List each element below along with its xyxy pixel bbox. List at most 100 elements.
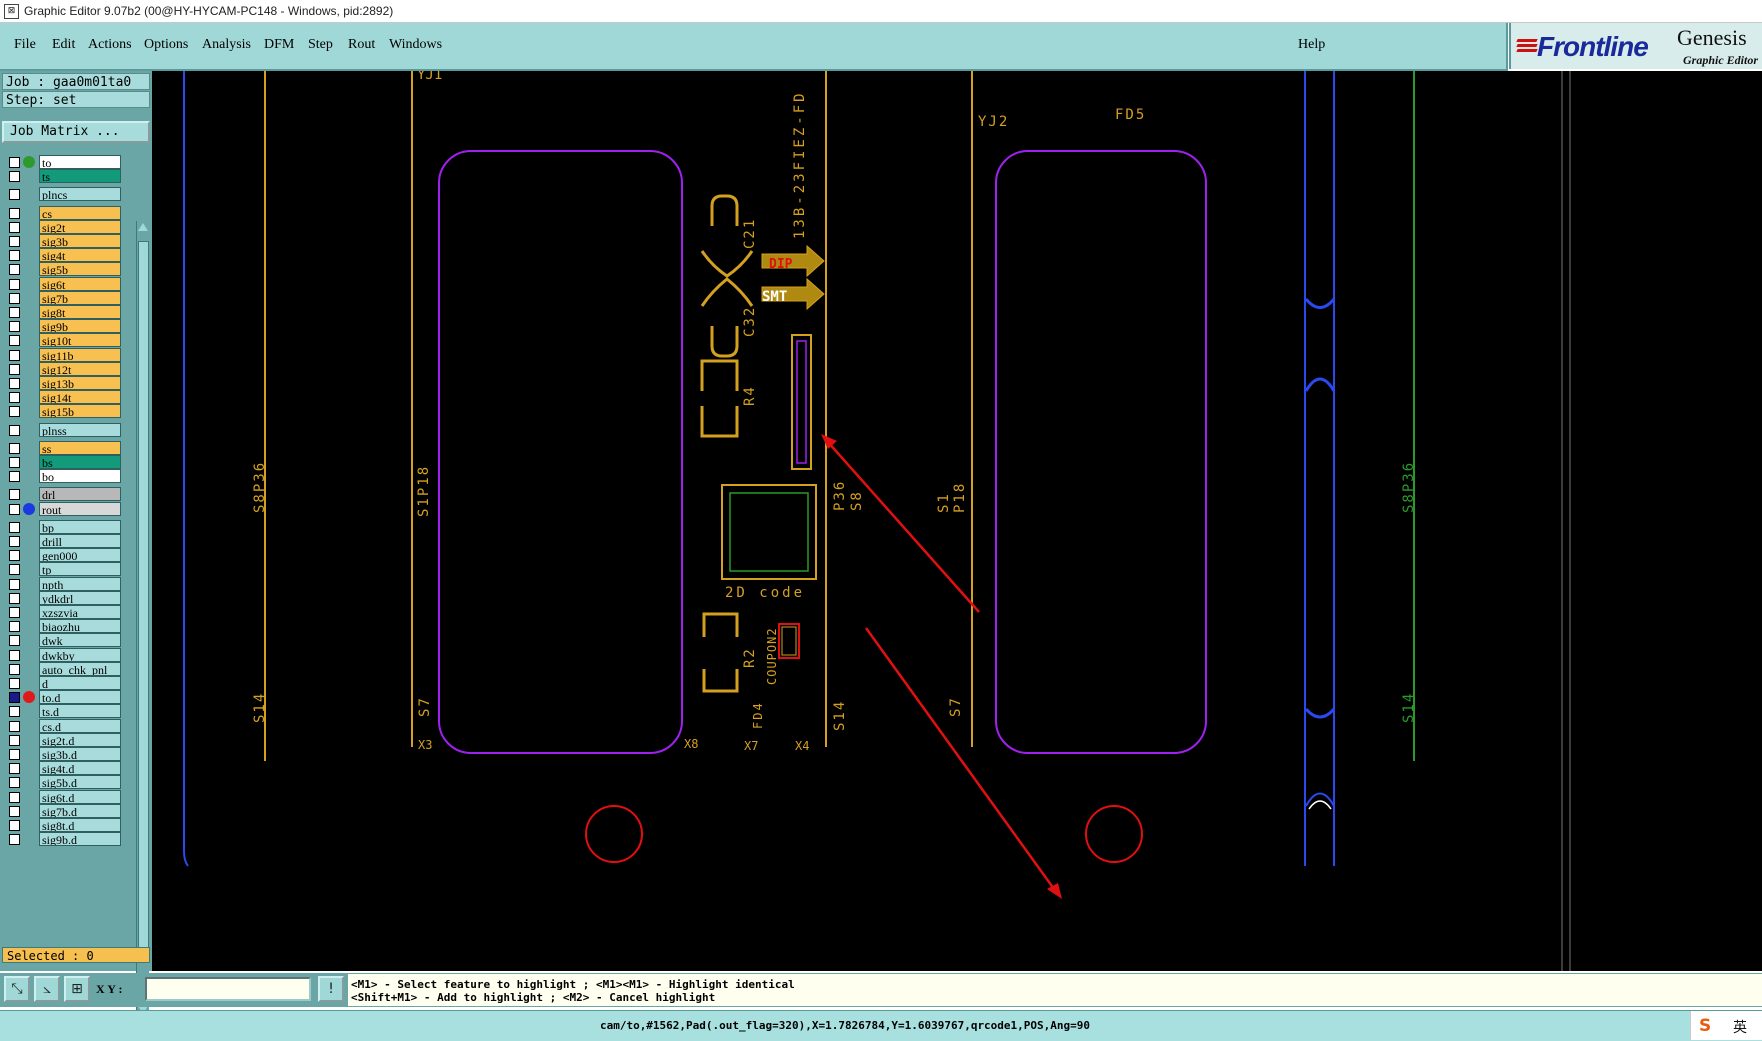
layer-checkbox[interactable] xyxy=(9,521,20,533)
layer-checkbox[interactable] xyxy=(9,278,20,290)
layer-row[interactable]: sig7b.d xyxy=(0,803,136,819)
menu-edit[interactable]: Edit xyxy=(52,37,75,53)
layer-name[interactable]: sig9b xyxy=(39,319,121,334)
layer-checkbox[interactable] xyxy=(9,264,20,276)
layer-row[interactable]: sig11b xyxy=(0,347,136,363)
layer-name[interactable]: biaozhu xyxy=(39,619,121,634)
snap-button[interactable]: ⊞ xyxy=(64,976,90,1002)
layer-checkbox[interactable] xyxy=(9,171,20,183)
layer-checkbox[interactable] xyxy=(9,207,20,219)
layer-name[interactable]: bs xyxy=(39,455,121,469)
layer-name[interactable]: sig13b xyxy=(39,376,121,390)
layer-checkbox[interactable] xyxy=(9,442,20,454)
layer-row[interactable]: sig5b.d xyxy=(0,775,136,790)
layer-name[interactable]: sig8t xyxy=(39,305,121,319)
layer-row[interactable]: drill xyxy=(0,534,136,549)
layer-name[interactable]: sig9b.d xyxy=(39,832,121,847)
layer-name[interactable]: ts xyxy=(39,169,121,184)
layer-name[interactable]: sig4t xyxy=(39,248,121,263)
layer-checkbox[interactable] xyxy=(9,564,20,576)
layer-name[interactable]: cs xyxy=(39,205,121,220)
layer-row[interactable]: sig14t xyxy=(0,390,136,405)
layer-checkbox[interactable] xyxy=(9,406,20,418)
layer-checkbox[interactable] xyxy=(9,157,20,168)
layer-checkbox[interactable] xyxy=(9,536,20,547)
info-button[interactable]: ! xyxy=(318,976,344,1002)
layer-name[interactable]: sig7b xyxy=(39,290,121,305)
layer-row[interactable]: sig4t.d xyxy=(0,761,136,776)
layer-checkbox[interactable] xyxy=(9,734,20,746)
layer-row[interactable]: sig12t xyxy=(0,361,136,377)
layer-checkbox[interactable] xyxy=(9,307,20,318)
layer-row[interactable]: sig15b xyxy=(0,404,136,419)
layer-name[interactable]: drill xyxy=(39,534,121,548)
measure-button[interactable]: ⦣ xyxy=(34,976,60,1002)
layer-row[interactable]: d xyxy=(0,676,136,691)
layer-row[interactable]: plnss xyxy=(0,422,136,438)
layer-checkbox[interactable] xyxy=(9,692,20,704)
xy-input[interactable] xyxy=(145,977,311,1001)
layer-row[interactable]: sig9b.d xyxy=(0,832,136,847)
menu-windows[interactable]: Windows xyxy=(389,37,442,53)
layer-name[interactable]: auto_chk_pnl xyxy=(39,661,121,676)
layer-name[interactable]: bo xyxy=(39,469,121,484)
layer-checkbox[interactable] xyxy=(9,749,20,760)
layer-checkbox[interactable] xyxy=(9,189,20,201)
layer-name[interactable]: sig8t.d xyxy=(39,818,121,832)
layer-row[interactable]: plncs xyxy=(0,187,136,202)
layer-checkbox[interactable] xyxy=(9,763,20,775)
scroll-thumb[interactable] xyxy=(138,241,149,958)
menu-step[interactable]: Step xyxy=(308,37,333,53)
layer-checkbox[interactable] xyxy=(9,791,20,803)
layer-row[interactable]: bs xyxy=(0,455,136,470)
layer-row[interactable]: sig2t xyxy=(0,219,136,235)
layer-checkbox[interactable] xyxy=(9,221,20,233)
layer-name[interactable]: plncs xyxy=(39,187,121,202)
layer-checkbox[interactable] xyxy=(9,392,20,404)
layer-name[interactable]: cs.d xyxy=(39,718,121,733)
job-matrix-button[interactable]: Job Matrix ... xyxy=(2,121,150,143)
layer-row[interactable]: auto_chk_pnl xyxy=(0,661,136,677)
layer-row[interactable]: xzszvia xyxy=(0,605,136,620)
layer-checkbox[interactable] xyxy=(9,236,20,247)
menu-options[interactable]: Options xyxy=(144,37,188,53)
layer-checkbox[interactable] xyxy=(9,489,20,501)
layer-name[interactable]: d xyxy=(39,676,121,690)
layer-row[interactable]: to.d xyxy=(0,690,136,705)
layer-row[interactable]: sig9b xyxy=(0,319,136,334)
layer-checkbox[interactable] xyxy=(9,378,20,389)
layer-row[interactable]: dwk xyxy=(0,633,136,648)
layer-row[interactable]: ts xyxy=(0,169,136,184)
layer-row[interactable]: sig2t.d xyxy=(0,732,136,748)
layer-row[interactable]: dwkby xyxy=(0,647,136,663)
layer-checkbox[interactable] xyxy=(9,649,20,661)
layer-name[interactable]: rout xyxy=(39,501,121,516)
layer-checkbox[interactable] xyxy=(9,335,20,347)
layer-name[interactable]: sig14t xyxy=(39,390,121,405)
layer-checkbox[interactable] xyxy=(9,820,20,831)
layer-name[interactable]: plnss xyxy=(39,422,121,437)
layer-checkbox[interactable] xyxy=(9,457,20,468)
layer-row[interactable]: biaozhu xyxy=(0,619,136,634)
layer-row[interactable]: to xyxy=(0,155,136,170)
layer-row[interactable]: bp xyxy=(0,519,136,535)
layer-name[interactable]: to xyxy=(39,155,121,169)
layer-name[interactable]: sig15b xyxy=(39,404,121,419)
layer-name[interactable]: ydkdrl xyxy=(39,590,121,605)
layer-checkbox[interactable] xyxy=(9,834,20,846)
layer-row[interactable]: sig10t xyxy=(0,333,136,348)
layer-row[interactable]: ss xyxy=(0,440,136,456)
layer-checkbox[interactable] xyxy=(9,349,20,361)
layer-checkbox[interactable] xyxy=(9,607,20,618)
layer-name[interactable]: to.d xyxy=(39,690,121,705)
layer-name[interactable]: bp xyxy=(39,519,121,534)
layer-row[interactable]: cs xyxy=(0,205,136,221)
layer-checkbox[interactable] xyxy=(9,503,20,515)
layer-row[interactable]: sig3b xyxy=(0,234,136,249)
menu-file[interactable]: File xyxy=(14,37,36,53)
layer-name[interactable]: sig3b.d xyxy=(39,747,121,761)
layer-name[interactable]: sig10t xyxy=(39,333,121,348)
layer-row[interactable]: sig8t.d xyxy=(0,818,136,833)
layer-checkbox[interactable] xyxy=(9,706,20,718)
layer-name[interactable]: ts.d xyxy=(39,704,121,719)
